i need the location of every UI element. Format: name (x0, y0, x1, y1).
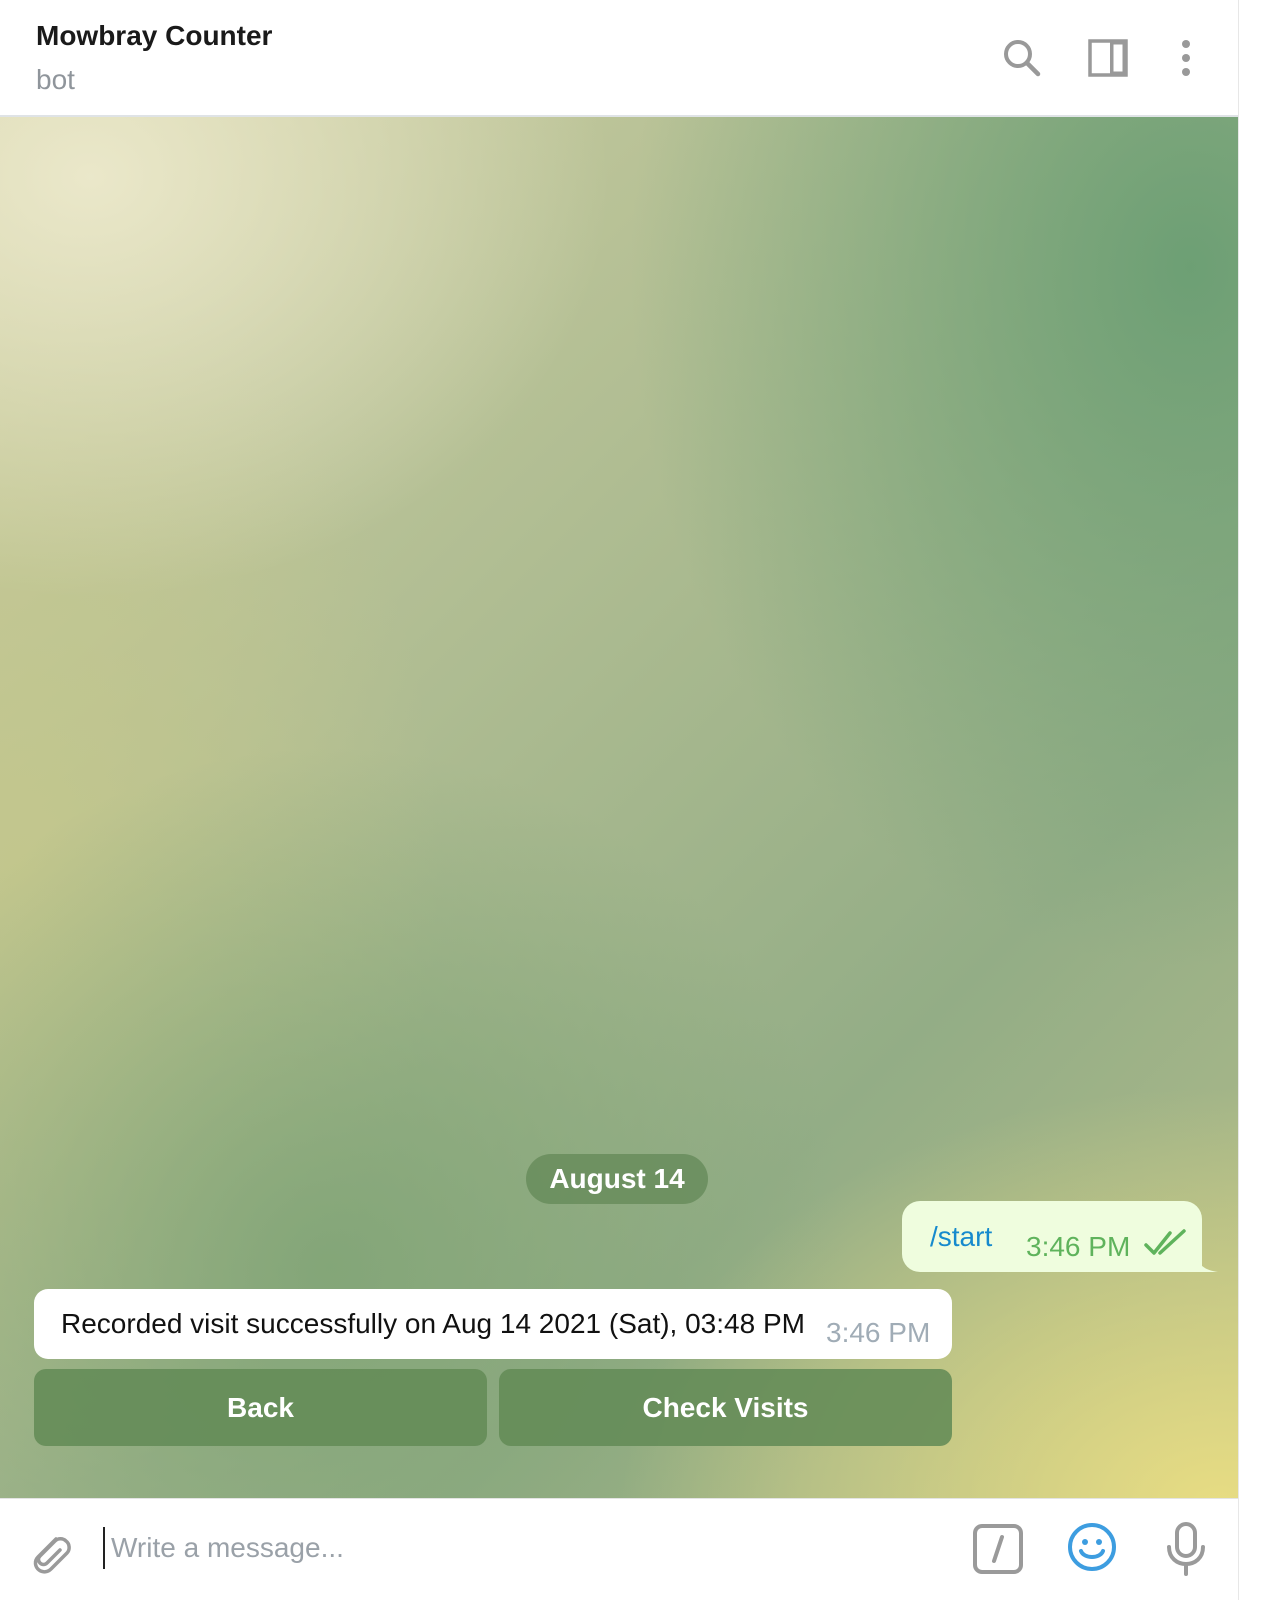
more-vertical-icon[interactable] (1166, 38, 1206, 78)
message-composer (0, 1498, 1238, 1600)
message-input[interactable] (103, 1527, 943, 1569)
message-time: 3:46 PM (826, 1317, 931, 1348)
outgoing-message[interactable]: /start 3:46 PM (902, 1201, 1202, 1272)
search-icon[interactable] (1002, 38, 1042, 78)
message-text[interactable]: /start (930, 1221, 992, 1253)
chat-history[interactable]: August 14 /start 3:46 PM Recorded visit … (0, 117, 1238, 1498)
paperclip-icon[interactable] (26, 1529, 74, 1577)
back-button[interactable]: Back (34, 1369, 487, 1446)
window-edge (1238, 0, 1264, 1600)
message-time: 3:46 PM (1026, 1231, 1131, 1262)
telegram-chat-window: Mowbray Counter bot August 14 /start 3:4… (0, 0, 1238, 1600)
check-visits-button[interactable]: Check Visits (499, 1369, 952, 1446)
chat-subtitle: bot (36, 64, 75, 95)
bubble-tail (1196, 1253, 1218, 1272)
side-panel-icon[interactable] (1088, 38, 1128, 78)
emoji-icon[interactable] (1066, 1521, 1118, 1573)
chat-title[interactable]: Mowbray Counter (36, 20, 272, 52)
bot-command-icon[interactable] (972, 1523, 1024, 1575)
message-text: Recorded visit successfully on Aug 14 20… (61, 1308, 805, 1339)
date-separator: August 14 (526, 1154, 708, 1204)
double-check-icon (1144, 1229, 1186, 1255)
incoming-message[interactable]: Recorded visit successfully on Aug 14 20… (34, 1289, 952, 1359)
microphone-icon[interactable] (1162, 1521, 1210, 1577)
chat-header: Mowbray Counter bot (0, 0, 1238, 117)
